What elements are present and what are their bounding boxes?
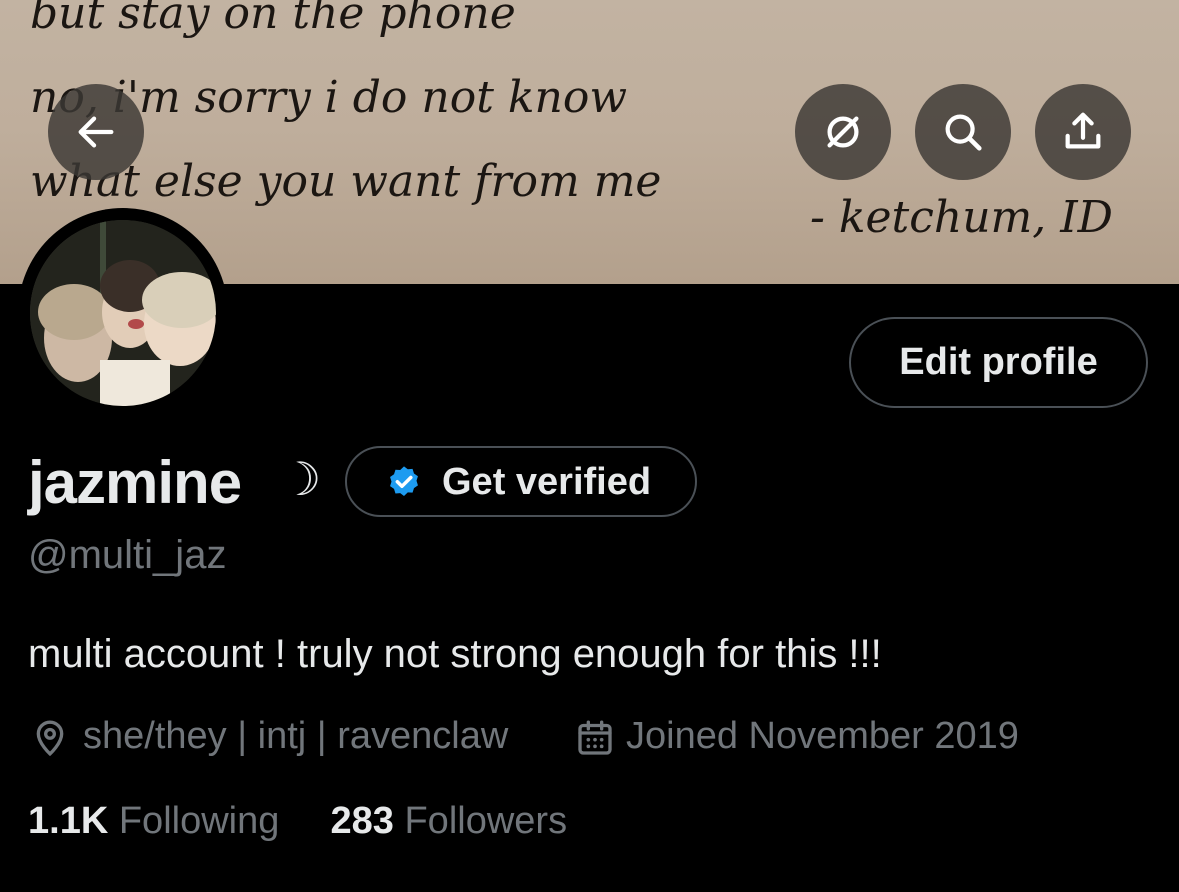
get-verified-button[interactable]: Get verified: [345, 446, 697, 517]
search-button[interactable]: [915, 84, 1011, 180]
get-verified-label: Get verified: [442, 461, 652, 503]
joined-date: Joined November 2019: [626, 715, 1019, 757]
no-sign-icon: [827, 116, 859, 148]
followers-count: 283: [330, 800, 394, 842]
banner-line-1: but stay on the phone: [30, 0, 516, 39]
avatar-illustration: [30, 220, 216, 406]
grok-button[interactable]: [795, 84, 891, 180]
followers-label: Followers: [404, 800, 568, 842]
edit-profile-label: Edit profile: [899, 341, 1098, 383]
username-handle: @multi_jaz: [28, 533, 227, 577]
share-button[interactable]: [1035, 84, 1131, 180]
search-icon: [945, 114, 982, 151]
edit-profile-button[interactable]: Edit profile: [849, 317, 1148, 408]
avatar-photo: [30, 220, 216, 406]
following-link[interactable]: 1.1K Following: [28, 800, 290, 842]
share-icon: [1065, 112, 1101, 149]
following-count: 1.1K: [28, 800, 109, 842]
calendar-icon: [578, 720, 612, 755]
verified-badge-icon: [390, 466, 418, 496]
name-moon-emoji: ☽: [280, 452, 322, 506]
following-label: Following: [118, 800, 280, 842]
back-button[interactable]: [48, 84, 144, 180]
bio-text: multi account ! truly not strong enough …: [28, 632, 882, 676]
followers-link[interactable]: 283 Followers: [331, 800, 568, 842]
banner-line-4: - ketchum, ID: [810, 192, 1113, 243]
location-pin-icon: [36, 720, 64, 757]
arrow-left-icon: [78, 116, 114, 148]
avatar[interactable]: [18, 208, 228, 418]
display-name: jazmine: [28, 449, 242, 516]
follow-stats: 1.1K Following 283 Followers: [28, 800, 567, 843]
location-text: she/they | intj | ravenclaw: [83, 715, 509, 757]
